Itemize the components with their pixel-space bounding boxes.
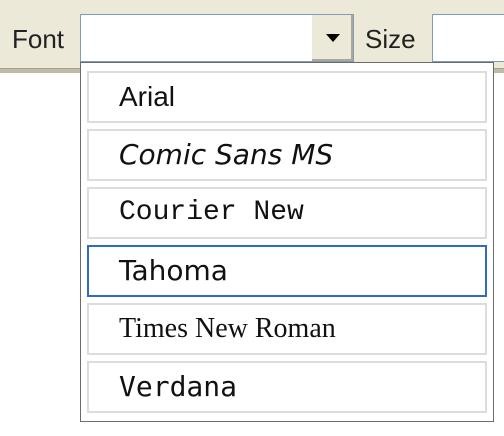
font-option-courier-new[interactable]: Courier New bbox=[87, 187, 487, 239]
size-label: Size bbox=[365, 24, 416, 54]
font-option-verdana[interactable]: Verdana bbox=[87, 361, 487, 413]
font-label: Font bbox=[12, 24, 65, 54]
formatting-toolbar: Font Size bbox=[0, 0, 504, 68]
font-dropdown-button[interactable] bbox=[310, 15, 353, 61]
size-combobox[interactable] bbox=[432, 14, 504, 62]
font-option-tahoma[interactable]: Tahoma bbox=[87, 245, 487, 297]
font-option-comic-sans-ms[interactable]: Comic Sans MS bbox=[87, 129, 487, 181]
font-combobox[interactable] bbox=[80, 14, 354, 62]
font-dropdown-list: Arial Comic Sans MS Courier New Tahoma T… bbox=[80, 62, 494, 422]
font-option-arial[interactable]: Arial bbox=[87, 71, 487, 123]
font-option-times-new-roman[interactable]: Times New Roman bbox=[87, 303, 487, 355]
chevron-down-icon bbox=[326, 34, 340, 42]
